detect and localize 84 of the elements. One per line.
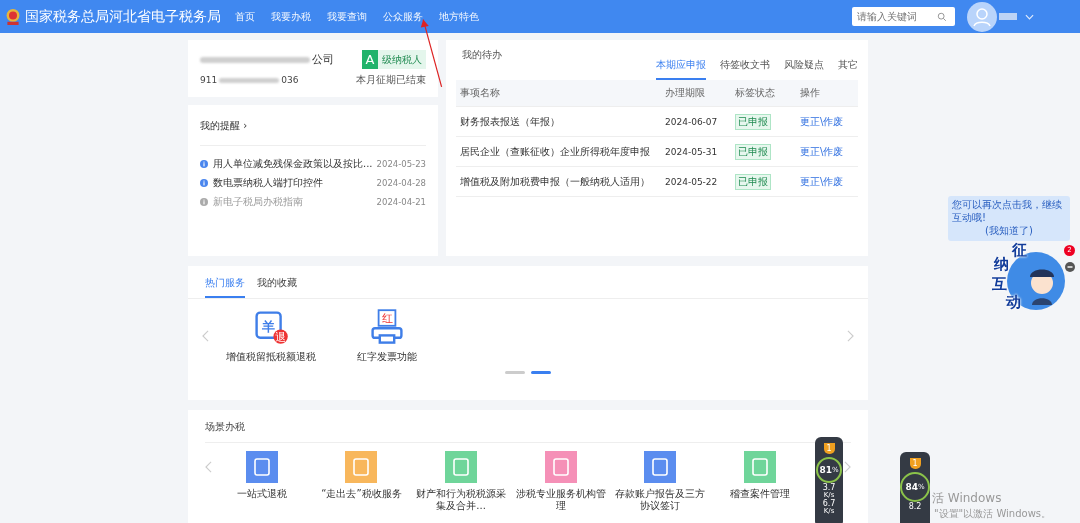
activation-notice: 活 Windows	[931, 490, 1003, 507]
service-icon[interactable]	[245, 451, 278, 483]
service-link[interactable]: 存款账户报告及三方协议签订	[612, 488, 709, 511]
redacted-name	[999, 13, 1017, 20]
usage-percent: 84	[905, 482, 918, 492]
bubble-text: 您可以再次点击我，继续互动哦!	[952, 199, 1063, 224]
search-icon[interactable]	[937, 11, 947, 22]
service-icon[interactable]	[445, 451, 478, 483]
previous-icon[interactable]	[202, 330, 209, 342]
grade-letter: A	[362, 50, 378, 69]
table-cell-text: 居民企业（查账征收）企业所得税年度申报	[460, 144, 651, 159]
page-indicator[interactable]	[531, 371, 551, 374]
avatar-icon[interactable]	[967, 1, 997, 32]
reminder-date: 2024-04-21	[376, 196, 426, 207]
service-icon[interactable]	[744, 451, 777, 483]
nav-link[interactable]: 我要查询	[327, 9, 367, 24]
assistant-label: 互	[992, 275, 1007, 294]
dismiss-link[interactable]: (我知道了)	[985, 224, 1033, 238]
nav-link[interactable]: 首页	[235, 9, 255, 24]
minimize-icon[interactable]	[1065, 262, 1075, 272]
activation-notice: "设置"以激活 Windows。	[933, 507, 1052, 521]
tab[interactable]: 待签收文书	[720, 58, 770, 80]
service-link[interactable]: 涉税专业服务机构管理	[512, 488, 609, 511]
service-link[interactable]: 一站式退税	[236, 488, 287, 500]
column-header: 事项名称	[460, 86, 501, 100]
service-link[interactable]: 稽查案件管理	[730, 488, 791, 500]
grade-label: 级纳税人	[378, 50, 426, 69]
assistant-label: 动	[1006, 293, 1021, 312]
next-icon[interactable]	[847, 330, 854, 342]
nav-link[interactable]: 地方特色	[439, 9, 479, 24]
service-icon[interactable]	[544, 451, 577, 483]
redacted-text	[219, 77, 280, 83]
action-link[interactable]: 更正\作废	[800, 115, 844, 127]
table-cell-text: 2024-06-07	[665, 116, 719, 127]
previous-icon[interactable]	[205, 461, 212, 473]
reminder-link[interactable]: 数电票纳税人端打印控件	[213, 175, 323, 190]
chevron-down-icon[interactable]	[1025, 13, 1034, 20]
section-title: 场景办税	[205, 420, 246, 434]
table-cell-text: 财务报表报送（年报）	[460, 114, 561, 129]
status-tag: 已申报	[735, 173, 771, 190]
page-indicator[interactable]	[505, 371, 525, 374]
emblem-icon	[5, 7, 21, 26]
service-icon[interactable]	[345, 451, 378, 483]
tab[interactable]: 风险疑点	[784, 58, 824, 80]
period-status: 本月征期已结束	[356, 73, 426, 87]
rank-badge: 1	[823, 443, 835, 454]
service-icon[interactable]	[644, 451, 677, 483]
table-cell-text: 增值税及附加税费申报（一般纳税人适用）	[460, 174, 651, 189]
next-icon[interactable]	[844, 461, 851, 473]
service-link[interactable]: “走出去”税收服务	[321, 488, 402, 500]
service-link[interactable]: 红字发票功能	[357, 351, 417, 363]
column-header: 操作	[800, 86, 821, 100]
reminder-title-link[interactable]: 我的提醒 ›	[200, 119, 426, 133]
service-link[interactable]: 财产和行为税税源采集及合并...	[413, 488, 510, 511]
reminder-link[interactable]: 用人单位减免残保金政策以及按比...	[213, 156, 373, 171]
service-link[interactable]: 增值税留抵税额退税	[226, 351, 316, 363]
tab[interactable]: 热门服务	[205, 276, 245, 298]
nav-link[interactable]: 我要办税	[271, 9, 311, 24]
status-tag: 已申报	[735, 113, 771, 130]
rate-value: 3.7	[822, 484, 836, 492]
tab[interactable]: 其它	[838, 58, 858, 80]
todo-title: 我的待办	[462, 48, 502, 62]
site-title: 国家税务总局河北省电子税务局	[25, 7, 221, 26]
assistant-label: 征	[1012, 241, 1027, 260]
reminder-date: 2024-04-28	[376, 177, 426, 188]
tax-id: 036	[281, 75, 299, 85]
table-cell-text: 2024-05-31	[665, 146, 719, 157]
action-link[interactable]: 更正\作废	[800, 175, 844, 187]
table-cell-text: 2024-05-22	[665, 176, 719, 187]
rate-value: 6.7	[822, 500, 836, 508]
action-link[interactable]: 更正\作废	[800, 145, 844, 157]
status-tag: 已申报	[735, 143, 771, 160]
nav-link[interactable]: 公众服务	[383, 9, 423, 24]
assistant-label: 纳	[994, 255, 1009, 274]
search-field[interactable]: 请输入关键词	[852, 7, 955, 26]
reminder-date: 2024-05-23	[376, 158, 426, 169]
column-header: 办理期限	[665, 86, 706, 100]
tax-id: 911	[200, 75, 218, 85]
tab[interactable]: 我的收藏	[257, 276, 297, 298]
company-name: 公司	[312, 52, 334, 67]
usage-percent: 81	[819, 465, 832, 475]
column-header: 标签状态	[735, 86, 776, 100]
rate-value: 8.2	[908, 503, 922, 511]
rank-badge: 1	[909, 458, 921, 469]
